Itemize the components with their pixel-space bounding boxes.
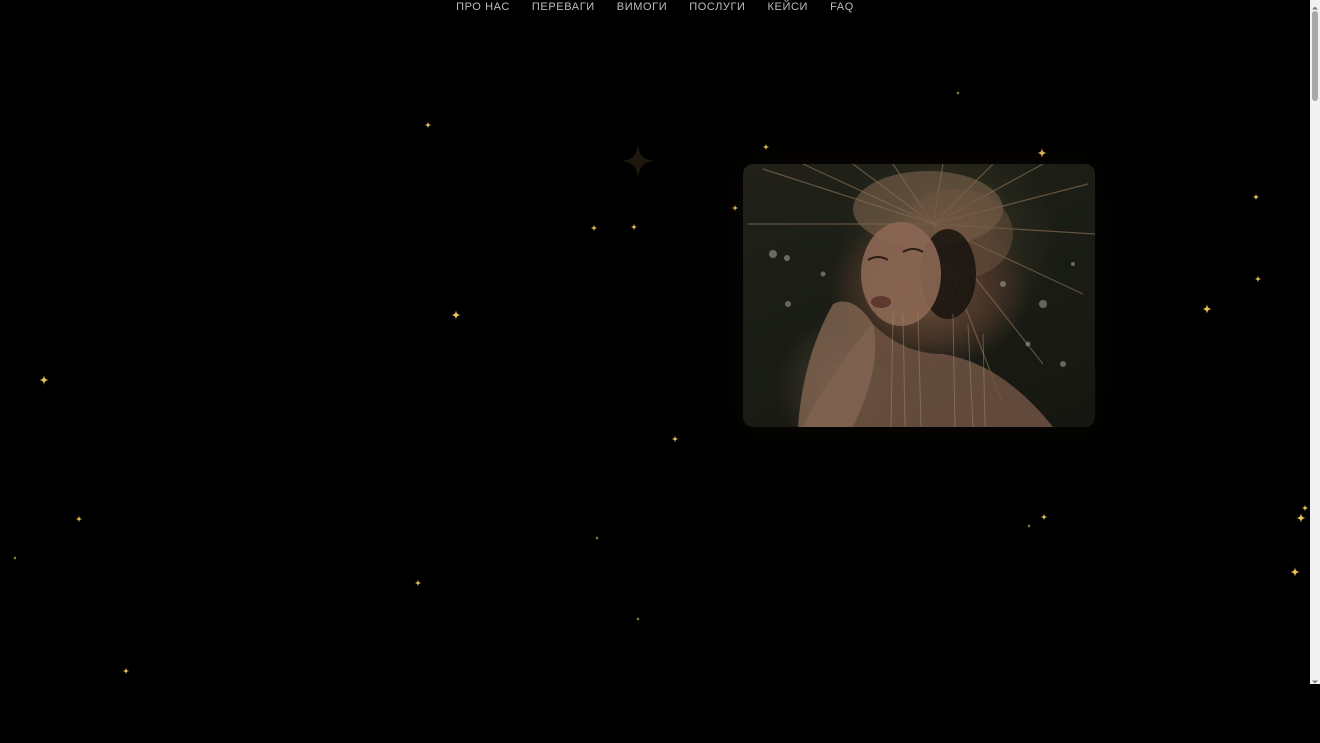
vertical-scrollbar[interactable] — [1310, 0, 1320, 684]
sparkle-icon — [590, 224, 598, 232]
sparkle-icon — [39, 375, 49, 385]
nav-item-faq[interactable]: FAQ — [819, 0, 865, 16]
sparkle-icon — [122, 667, 130, 675]
sparkle-icon — [414, 579, 422, 587]
sparkle-icon — [1202, 304, 1212, 314]
page-viewport: ПРО НАС ПЕРЕВАГИ ВИМОГИ ПОСЛУГИ КЕЙСИ FA… — [0, 0, 1310, 743]
nav-item-advantages[interactable]: ПЕРЕВАГИ — [521, 0, 606, 16]
nav-item-requirements[interactable]: ВИМОГИ — [606, 0, 678, 16]
sparkle-icon — [1301, 504, 1309, 512]
sparkle-icon — [1027, 524, 1031, 528]
window-edge — [1310, 684, 1320, 743]
sparkle-icon — [1040, 513, 1048, 521]
sparkle-icon — [1252, 193, 1260, 201]
sparkle-icon — [1290, 567, 1300, 577]
sparkle-icon — [424, 121, 432, 129]
sparkle-icon — [13, 556, 17, 560]
sparkle-icon — [762, 143, 770, 151]
sparkle-icon — [1296, 513, 1306, 523]
nav-item-about[interactable]: ПРО НАС — [445, 0, 521, 16]
sparkle-icon — [630, 223, 638, 231]
sparkle-icon — [451, 310, 461, 320]
chevron-up-icon[interactable] — [1310, 0, 1320, 10]
sparkle-icon — [75, 515, 83, 523]
chevron-down-icon[interactable] — [1310, 674, 1320, 684]
hero-image — [743, 164, 1095, 427]
nav-item-services[interactable]: ПОСЛУГИ — [678, 0, 756, 16]
sparkle-icon — [621, 144, 655, 178]
sparkle-icon — [671, 435, 679, 443]
sparkle-icon — [956, 91, 960, 95]
scrollbar-thumb[interactable] — [1312, 11, 1318, 101]
sparkle-icon — [636, 617, 640, 621]
sparkle-icon — [731, 204, 739, 212]
sparkle-icon — [1037, 148, 1047, 158]
image-overlay — [743, 164, 1095, 427]
nav-item-cases[interactable]: КЕЙСИ — [757, 0, 820, 16]
top-navigation: ПРО НАС ПЕРЕВАГИ ВИМОГИ ПОСЛУГИ КЕЙСИ FA… — [0, 0, 1310, 16]
sparkle-icon — [595, 536, 599, 540]
sparkle-icon — [1254, 275, 1262, 283]
